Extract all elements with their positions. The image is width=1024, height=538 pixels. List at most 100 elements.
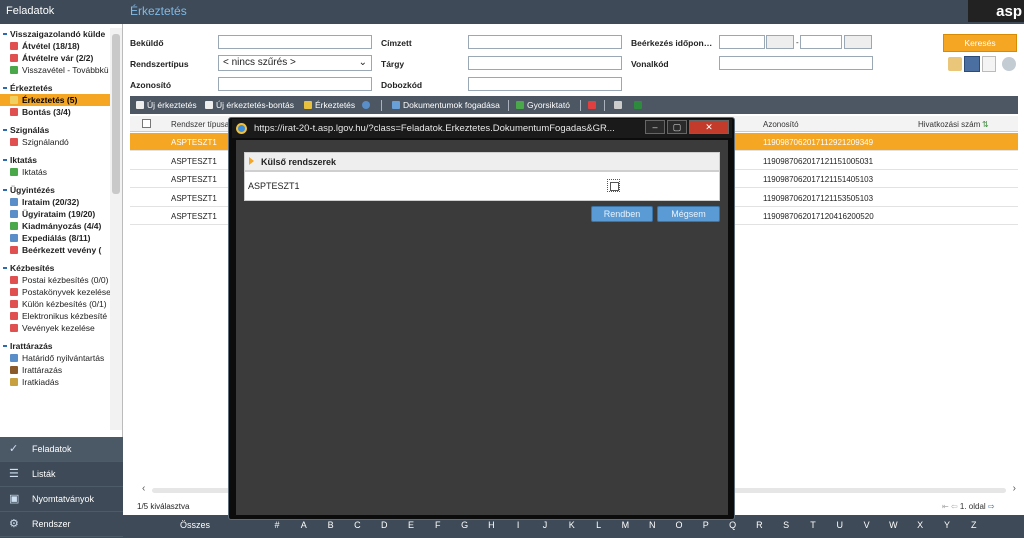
alpha-all[interactable]: Összes [175, 520, 215, 530]
alpha-letter[interactable]: V [861, 520, 873, 530]
sidebar-section-title[interactable]: Szignálás [0, 124, 110, 136]
sidebar-section-title[interactable]: Iktatás [0, 154, 110, 166]
alpha-letter[interactable]: B [325, 520, 337, 530]
alpha-letter[interactable]: C [351, 520, 363, 530]
bekuldo-input[interactable] [218, 35, 372, 49]
alpha-letter[interactable]: O [673, 520, 685, 530]
calendar-icon[interactable] [766, 35, 794, 49]
sidebar-item[interactable]: Ügyirataim (19/20) [0, 208, 110, 220]
alpha-letter[interactable]: H [485, 520, 497, 530]
alpha-letter[interactable]: # [271, 520, 283, 530]
alpha-letter[interactable]: N [646, 520, 658, 530]
alpha-letter[interactable]: Z [968, 520, 980, 530]
nav-listak[interactable]: ☰ Listák [0, 462, 123, 487]
sidebar-item[interactable]: Külön kézbesítés (0/1) [0, 298, 110, 310]
scroll-right-icon[interactable]: › [1013, 483, 1016, 494]
alpha-letter[interactable]: G [459, 520, 471, 530]
filter-icon[interactable] [948, 57, 962, 71]
scroll-left-icon[interactable]: ‹ [142, 483, 145, 494]
receive-documents-button[interactable]: Dokumentumok fogadása [392, 100, 500, 110]
sidebar-section-title[interactable]: Visszaigazolandó külde [0, 28, 110, 40]
sidebar-item[interactable]: Irataim (20/32) [0, 196, 110, 208]
sort-icon[interactable]: ⇅ [982, 120, 989, 129]
alpha-letter[interactable]: W [887, 520, 899, 530]
alpha-letter[interactable]: M [619, 520, 631, 530]
sidebar-item[interactable]: Vevények kezelése [0, 322, 110, 334]
alpha-letter[interactable]: K [566, 520, 578, 530]
sidebar-section-title[interactable]: Érkeztetés [0, 82, 110, 94]
nav-rendszer[interactable]: ⚙ Rendszer [0, 512, 123, 537]
first-page-icon[interactable]: ⇤ [942, 502, 949, 511]
alpha-letter[interactable]: R [753, 520, 765, 530]
external-system-checkbox[interactable] [607, 179, 620, 192]
close-button[interactable]: ✕ [689, 120, 729, 134]
nav-feladatok[interactable]: ✓ Feladatok [0, 437, 123, 462]
sidebar-item[interactable]: Elektronikus kézbesíté [0, 310, 110, 322]
next-page-icon[interactable]: ⇨ [988, 502, 995, 511]
sidebar-item[interactable]: Visszavétel - Továbbkü [0, 64, 110, 76]
sidebar-section-title[interactable]: Ügyintézés [0, 184, 110, 196]
alpha-letter[interactable]: X [914, 520, 926, 530]
sidebar-item[interactable]: Postai kézbesítés (0/0) [0, 274, 110, 286]
sidebar-item[interactable]: Beérkezett vevény ( [0, 244, 110, 256]
minimize-button[interactable]: – [645, 120, 665, 134]
quick-filing-button[interactable]: Gyorsiktató [516, 100, 570, 110]
sidebar-item[interactable]: Kiadmányozás (4/4) [0, 220, 110, 232]
sidebar-item[interactable]: Bontás (3/4) [0, 106, 110, 118]
sidebar-item[interactable]: Irattárazás [0, 364, 110, 376]
column-header-id[interactable]: Azonosító [763, 120, 799, 129]
sidebar-item[interactable]: Iratkiadás [0, 376, 110, 388]
sidebar-item[interactable]: Postakönyvek kezelése [0, 286, 110, 298]
azonosito-input[interactable] [218, 77, 372, 91]
print-button[interactable] [614, 100, 625, 110]
date-to-input[interactable] [800, 35, 842, 49]
targy-input[interactable] [468, 56, 622, 70]
new-registration-opening-button[interactable]: Új érkeztetés-bontás [205, 100, 294, 110]
vonalkod-input[interactable] [719, 56, 873, 70]
excel-export-button[interactable] [634, 100, 645, 110]
select-all-checkbox[interactable] [142, 119, 151, 128]
alpha-letter[interactable]: P [700, 520, 712, 530]
column-header-type[interactable]: Rendszer típusa [171, 120, 229, 129]
rendszertipus-select[interactable]: < nincs szűrés > ⌄ [218, 55, 372, 71]
search-button[interactable]: Keresés [943, 34, 1017, 52]
sidebar-item[interactable]: Határidő nyilvántartás [0, 352, 110, 364]
alpha-letter[interactable]: I [512, 520, 524, 530]
cimzett-input[interactable] [468, 35, 622, 49]
prev-page-icon[interactable]: ⇦ [951, 502, 958, 511]
minus-icon[interactable] [1002, 57, 1016, 71]
sidebar-scrollbar[interactable] [110, 28, 122, 430]
registration-button[interactable]: Érkeztetés [304, 100, 355, 110]
sidebar-item[interactable]: Szignálandó [0, 136, 110, 148]
alpha-letter[interactable]: L [593, 520, 605, 530]
new-registration-button[interactable]: Új érkeztetés [136, 100, 197, 110]
sidebar-item[interactable]: Átvétel (18/18) [0, 40, 110, 52]
calendar-icon[interactable] [844, 35, 872, 49]
ok-button[interactable]: Rendben [591, 206, 653, 222]
alpha-letter[interactable]: U [834, 520, 846, 530]
save-icon[interactable] [964, 56, 980, 72]
maximize-button[interactable]: ▢ [667, 120, 687, 134]
alpha-letter[interactable]: D [378, 520, 390, 530]
cancel-button[interactable]: Mégsem [657, 206, 720, 222]
sidebar-item[interactable]: Expediálás (8/11) [0, 232, 110, 244]
sidebar-item[interactable]: Érkeztetés (5) [0, 94, 110, 106]
date-from-input[interactable] [719, 35, 765, 49]
alpha-letter[interactable]: A [298, 520, 310, 530]
dobozkod-input[interactable] [468, 77, 622, 91]
sidebar-item[interactable]: Iktatás [0, 166, 110, 178]
sidebar-section-title[interactable]: Kézbesítés [0, 262, 110, 274]
alpha-letter[interactable]: E [405, 520, 417, 530]
nav-nyomtatvanyok[interactable]: ▣ Nyomtatványok [0, 487, 123, 512]
info-button[interactable] [362, 100, 373, 110]
scrollbar-thumb[interactable] [112, 34, 120, 194]
alpha-letter[interactable]: Q [727, 520, 739, 530]
alpha-letter[interactable]: S [780, 520, 792, 530]
alpha-letter[interactable]: F [432, 520, 444, 530]
new-page-icon[interactable] [982, 56, 996, 72]
delete-button[interactable] [588, 100, 599, 110]
sidebar-item[interactable]: Átvételre vár (2/2) [0, 52, 110, 64]
column-header-ref[interactable]: Hivatkozási szám [918, 120, 980, 129]
alpha-letter[interactable]: T [807, 520, 819, 530]
sidebar-section-title[interactable]: Irattárazás [0, 340, 110, 352]
